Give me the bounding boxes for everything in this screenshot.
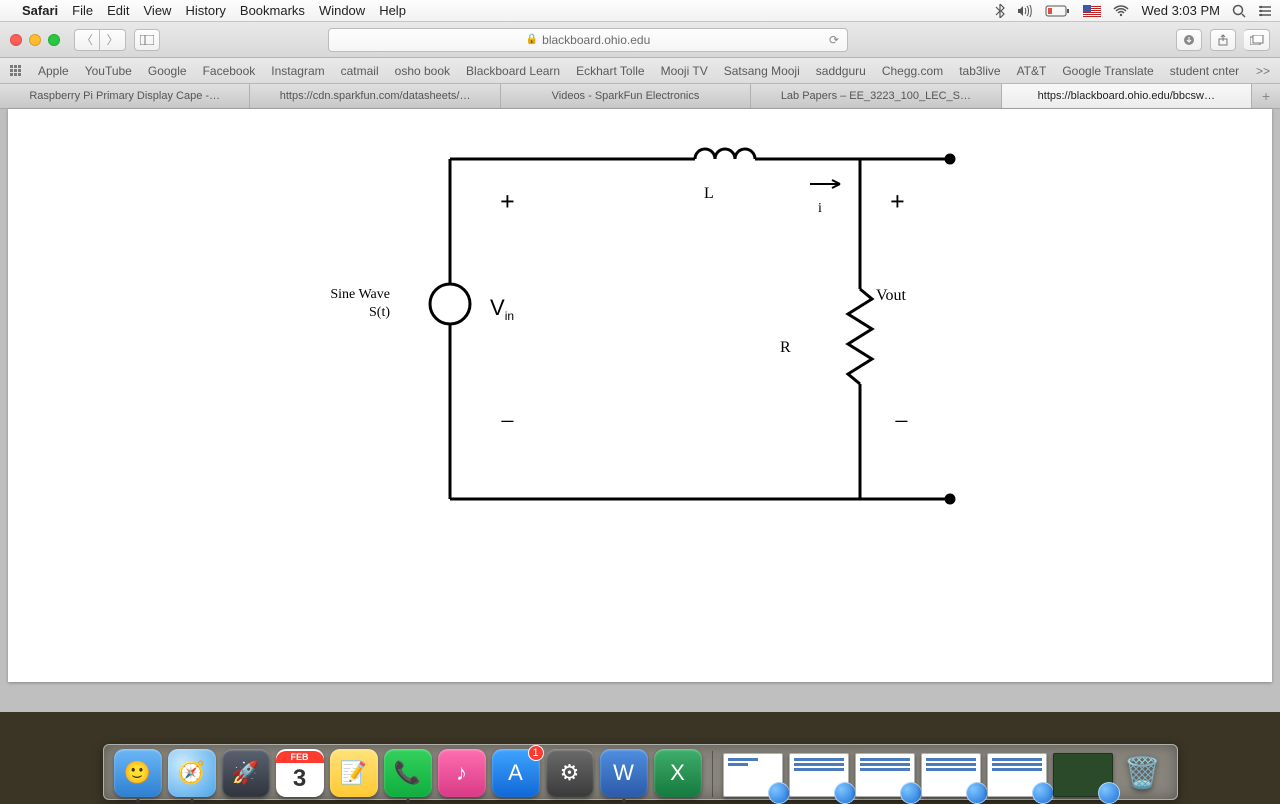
source-label-1: Sine Wave — [300, 287, 390, 303]
minus-right: − — [894, 407, 909, 437]
circuit-diagram — [310, 129, 970, 529]
menu-view[interactable]: View — [144, 3, 172, 18]
fav-tab3live[interactable]: tab3live — [959, 64, 1000, 78]
current-label: i — [818, 201, 822, 217]
dock-appstore[interactable]: A1 — [492, 749, 540, 797]
battery-icon[interactable] — [1045, 5, 1071, 17]
fav-google[interactable]: Google — [148, 64, 187, 78]
minus-left: − — [500, 407, 515, 437]
fav-student[interactable]: student cnter — [1170, 64, 1239, 78]
inductor-label: L — [704, 185, 714, 203]
window-controls — [10, 34, 60, 46]
fav-osho[interactable]: osho book — [395, 64, 450, 78]
dock-word[interactable]: W — [600, 749, 648, 797]
fullscreen-window-button[interactable] — [48, 34, 60, 46]
downloads-button[interactable] — [1176, 29, 1202, 51]
dock-trash[interactable]: 🗑️ — [1119, 749, 1167, 797]
dock-min-doc[interactable] — [723, 753, 783, 797]
notification-center-icon[interactable] — [1258, 5, 1272, 17]
lock-icon: 🔒 — [526, 34, 538, 45]
resistor-label: R — [780, 339, 791, 357]
fav-translate[interactable]: Google Translate — [1062, 64, 1153, 78]
app-menu[interactable]: Safari — [22, 3, 58, 18]
dock-safari[interactable]: 🧭 — [168, 749, 216, 797]
menu-bar: Safari File Edit View History Bookmarks … — [0, 0, 1280, 22]
vin-label: Vin — [490, 295, 514, 323]
dock-finder[interactable]: 🙂 — [114, 749, 162, 797]
tab-2[interactable]: Videos - SparkFun Electronics — [501, 84, 751, 108]
tab-bar: Raspberry Pi Primary Display Cape -… htt… — [0, 84, 1280, 109]
dock-min-window-2[interactable] — [855, 753, 915, 797]
menu-window[interactable]: Window — [319, 3, 365, 18]
fav-saddguru[interactable]: saddguru — [816, 64, 866, 78]
spotlight-icon[interactable] — [1232, 4, 1246, 18]
favorites-bar: Apple YouTube Google Facebook Instagram … — [0, 58, 1280, 84]
tabs-button[interactable] — [1244, 29, 1270, 51]
share-button[interactable] — [1210, 29, 1236, 51]
vout-label: Vout — [876, 287, 906, 305]
dock-min-window-5[interactable] — [1053, 753, 1113, 797]
volume-icon[interactable] — [1017, 5, 1033, 17]
menu-edit[interactable]: Edit — [107, 3, 129, 18]
fav-apple[interactable]: Apple — [38, 64, 69, 78]
close-window-button[interactable] — [10, 34, 22, 46]
tab-1[interactable]: https://cdn.sparkfun.com/datasheets/… — [250, 84, 500, 108]
web-viewport: Sine Wave S(t) Vin + − L i R Vout + − — [0, 109, 1280, 712]
fav-blackboard[interactable]: Blackboard Learn — [466, 64, 560, 78]
page-content[interactable]: Sine Wave S(t) Vin + − L i R Vout + − — [8, 109, 1272, 682]
new-tab-button[interactable]: + — [1252, 84, 1280, 108]
tab-4[interactable]: https://blackboard.ohio.edu/bbcsw… — [1002, 84, 1252, 108]
back-button[interactable]: 〈 — [74, 29, 100, 51]
forward-button[interactable]: 〉 — [100, 29, 126, 51]
dock-itunes[interactable]: ♪ — [438, 749, 486, 797]
tab-3[interactable]: Lab Papers – EE_3223_100_LEC_S… — [751, 84, 1001, 108]
fav-chegg[interactable]: Chegg.com — [882, 64, 943, 78]
menu-file[interactable]: File — [72, 3, 93, 18]
dock-min-window-3[interactable] — [921, 753, 981, 797]
minimize-window-button[interactable] — [29, 34, 41, 46]
dock-settings[interactable]: ⚙ — [546, 749, 594, 797]
dock-calendar[interactable]: FEB3 — [276, 749, 324, 797]
plus-right: + — [890, 187, 905, 217]
dock-notes[interactable]: 📝 — [330, 749, 378, 797]
fav-overflow[interactable]: >> — [1256, 64, 1270, 78]
dock-facetime[interactable]: 📞 — [384, 749, 432, 797]
fav-instagram[interactable]: Instagram — [271, 64, 324, 78]
menu-clock[interactable]: Wed 3:03 PM — [1141, 3, 1220, 18]
bluetooth-icon[interactable] — [995, 4, 1005, 18]
dock: 🙂 🧭 🚀 FEB3 📝 📞 ♪ A1 ⚙ W X 🗑️ — [0, 722, 1280, 800]
dock-min-window-1[interactable] — [789, 753, 849, 797]
url-text: blackboard.ohio.edu — [542, 33, 650, 47]
menu-bookmarks[interactable]: Bookmarks — [240, 3, 305, 18]
menu-history[interactable]: History — [185, 3, 225, 18]
fav-mooji[interactable]: Mooji TV — [661, 64, 708, 78]
fav-att[interactable]: AT&T — [1017, 64, 1047, 78]
browser-toolbar: 〈 〉 🔒 blackboard.ohio.edu ⟳ — [0, 22, 1280, 58]
address-bar[interactable]: 🔒 blackboard.ohio.edu ⟳ — [328, 28, 848, 52]
sidebar-button[interactable] — [134, 29, 160, 51]
fav-youtube[interactable]: YouTube — [85, 64, 132, 78]
dock-separator — [712, 751, 713, 797]
fav-eckhart[interactable]: Eckhart Tolle — [576, 64, 644, 78]
fav-satsang[interactable]: Satsang Mooji — [724, 64, 800, 78]
wifi-icon[interactable] — [1113, 5, 1129, 17]
dock-tray: 🙂 🧭 🚀 FEB3 📝 📞 ♪ A1 ⚙ W X 🗑️ — [103, 744, 1178, 800]
dock-excel[interactable]: X — [654, 749, 702, 797]
flag-icon[interactable] — [1083, 5, 1101, 17]
fav-catmail[interactable]: catmail — [341, 64, 379, 78]
reload-icon[interactable]: ⟳ — [829, 33, 839, 47]
scroll-gap — [8, 682, 1272, 704]
tab-0[interactable]: Raspberry Pi Primary Display Cape -… — [0, 84, 250, 108]
nav-buttons: 〈 〉 — [74, 29, 126, 51]
dock-min-window-4[interactable] — [987, 753, 1047, 797]
menu-help[interactable]: Help — [379, 3, 406, 18]
source-label-2: S(t) — [300, 305, 390, 321]
fav-facebook[interactable]: Facebook — [203, 64, 256, 78]
show-favorites-icon[interactable] — [10, 65, 22, 77]
dock-launchpad[interactable]: 🚀 — [222, 749, 270, 797]
plus-left: + — [500, 187, 515, 217]
